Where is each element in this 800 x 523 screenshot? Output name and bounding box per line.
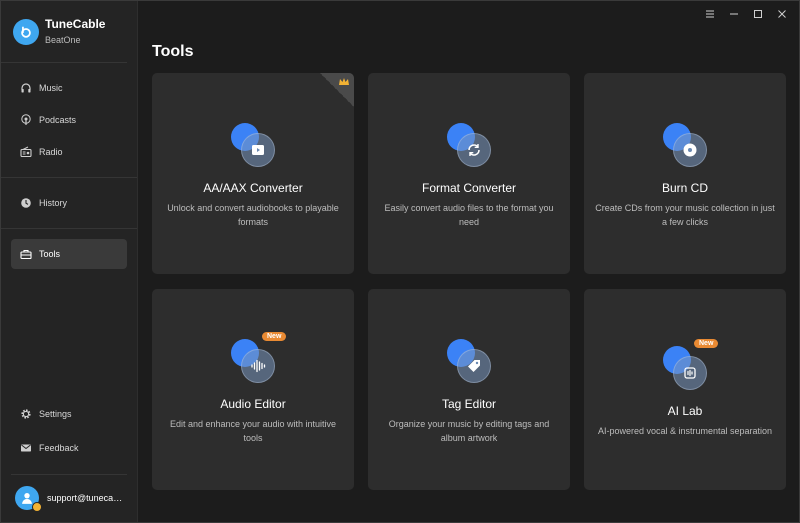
cd-icon	[661, 123, 709, 169]
avatar	[15, 485, 42, 512]
card-description: Organize your music by editing tags and …	[388, 419, 550, 443]
account-button[interactable]: support@tunecable.com	[11, 474, 127, 512]
sidebar-item-music[interactable]: Music	[11, 73, 127, 103]
sidebar-item-label: Settings	[39, 409, 72, 419]
account-email: support@tunecable.com	[47, 492, 125, 503]
audiobook-icon	[229, 123, 277, 169]
tool-card-tag-editor[interactable]: Tag Editor Organize your music by editin…	[368, 289, 570, 490]
window-controls	[705, 9, 787, 19]
card-description: Create CDs from your music collection in…	[595, 203, 775, 227]
radio-icon	[20, 146, 32, 158]
sidebar-item-label: Music	[39, 83, 63, 93]
app-subtitle: BeatOne	[45, 34, 81, 45]
sidebar-item-tools[interactable]: Tools	[11, 239, 127, 269]
sidebar-bottom-nav: Settings Feedback	[1, 398, 128, 466]
sidebar-item-label: Tools	[39, 249, 61, 259]
crown-icon	[339, 78, 349, 85]
tool-card-audio-editor[interactable]: New Audio Editor Edit and enhance your a…	[152, 289, 354, 490]
history-icon	[20, 197, 32, 209]
user-icon	[22, 492, 32, 504]
brand: TuneCable BeatOne	[1, 1, 127, 63]
app-logo-icon	[13, 18, 39, 45]
headphones-icon	[20, 82, 32, 94]
ai-icon: New	[661, 339, 719, 392]
card-description: Easily convert audio files to the format…	[384, 203, 554, 227]
new-badge: New	[694, 339, 719, 348]
card-title: AA/AAX Converter	[203, 181, 303, 195]
sidebar-item-label: History	[39, 198, 68, 208]
sidebar-item-feedback[interactable]: Feedback	[11, 432, 128, 464]
waveform-icon: New	[229, 332, 287, 385]
nav-group-tools: Tools	[1, 229, 137, 279]
main-content: Tools AA/AAX Converter Unlock and conver…	[138, 1, 799, 522]
tool-card-burn-cd[interactable]: Burn CD Create CDs from your music colle…	[584, 73, 786, 274]
tool-card-ai-lab[interactable]: New AI Lab AI-powered vocal & instrument…	[584, 289, 786, 490]
tool-card-aa-aax-converter[interactable]: AA/AAX Converter Unlock and convert audi…	[152, 73, 354, 274]
sidebar-item-label: Podcasts	[39, 115, 77, 125]
card-title: Audio Editor	[220, 397, 286, 411]
premium-badge-icon	[32, 501, 42, 512]
card-title: Burn CD	[661, 181, 708, 195]
sidebar-item-history[interactable]: History	[11, 188, 127, 218]
close-icon[interactable]	[777, 9, 787, 19]
sidebar-item-radio[interactable]: Radio	[11, 137, 127, 167]
maximize-icon[interactable]	[753, 9, 763, 19]
tools-grid: AA/AAX Converter Unlock and convert audi…	[152, 73, 786, 490]
card-title: AI Lab	[667, 404, 703, 418]
app-name: TuneCable	[45, 16, 106, 31]
convert-icon	[445, 123, 493, 169]
app-window: TuneCable BeatOne Music Podcasts Radio H…	[0, 0, 800, 523]
toolbox-icon	[20, 248, 32, 260]
card-title: Tag Editor	[441, 397, 497, 411]
tag-icon	[445, 339, 493, 385]
menu-icon[interactable]	[705, 9, 715, 19]
page-title: Tools	[152, 43, 194, 60]
mail-icon	[20, 442, 32, 454]
tool-card-format-converter[interactable]: Format Converter Easily convert audio fi…	[368, 73, 570, 274]
premium-corner	[320, 73, 354, 107]
sidebar-item-settings[interactable]: Settings	[11, 398, 128, 430]
card-description: Unlock and convert audiobooks to playabl…	[167, 203, 339, 227]
podcast-icon	[20, 114, 32, 126]
nav-group-history: History	[1, 178, 137, 229]
sidebar: TuneCable BeatOne Music Podcasts Radio H…	[1, 1, 138, 522]
card-description: AI-powered vocal & instrumental separati…	[597, 426, 773, 436]
nav-group-sources: Music Podcasts Radio	[1, 63, 137, 178]
sidebar-item-podcasts[interactable]: Podcasts	[11, 105, 127, 135]
card-title: Format Converter	[421, 181, 517, 195]
sidebar-item-label: Radio	[39, 147, 63, 157]
new-badge: New	[262, 332, 287, 341]
minimize-icon[interactable]	[729, 9, 739, 19]
sidebar-item-label: Feedback	[39, 443, 79, 453]
gear-icon	[20, 408, 32, 420]
card-description: Edit and enhance your audio with intuiti…	[169, 419, 337, 443]
